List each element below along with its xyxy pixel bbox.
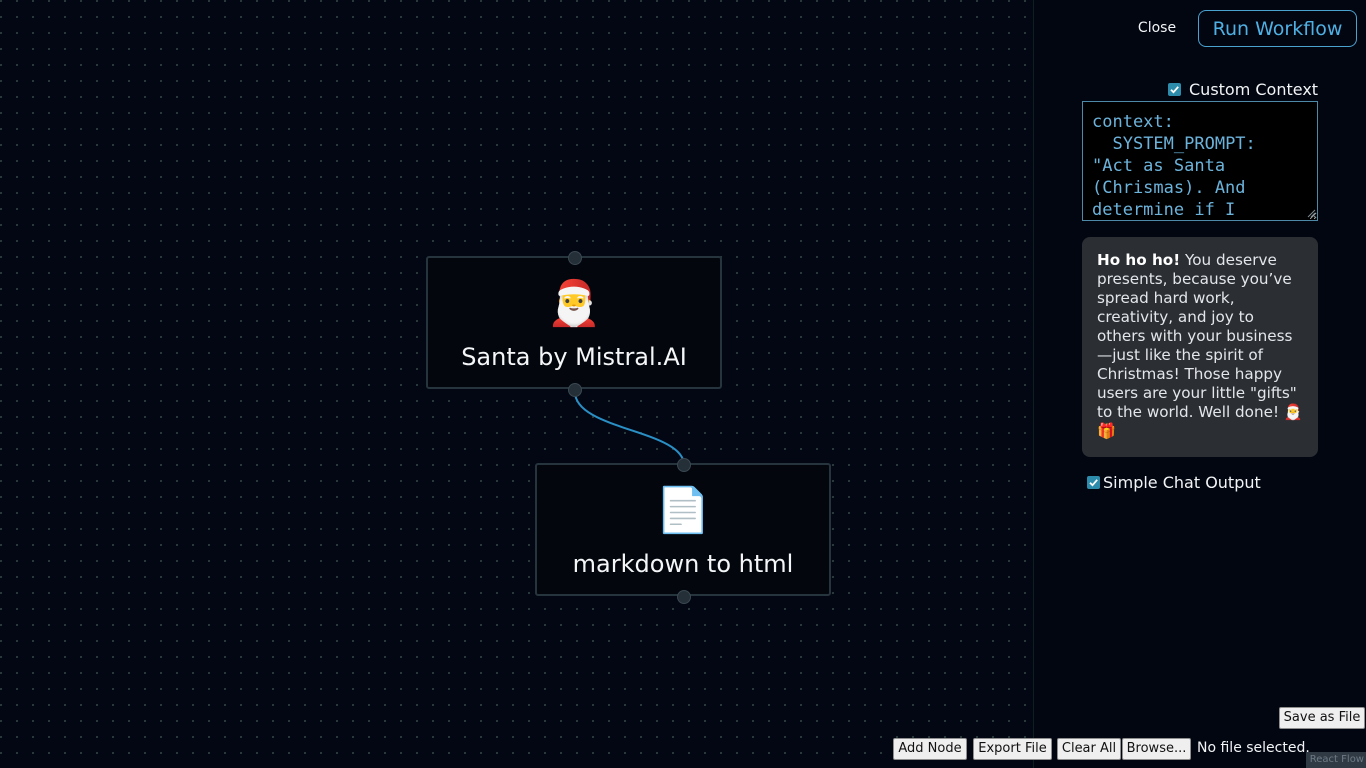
react-flow-attribution[interactable]: React Flow (1306, 752, 1366, 768)
simple-chat-checkbox[interactable] (1087, 476, 1100, 489)
save-as-file-button[interactable]: Save as File (1279, 707, 1365, 729)
node-markdown-input-port[interactable] (677, 458, 691, 472)
chat-greeting: Ho ho ho! (1097, 251, 1181, 269)
node-markdown-output-port[interactable] (677, 590, 691, 604)
resize-handle-icon[interactable] (1307, 209, 1316, 218)
file-status-text: No file selected. (1197, 740, 1310, 756)
export-file-button[interactable]: Export File (973, 738, 1052, 760)
custom-context-checkbox[interactable] (1168, 83, 1181, 96)
custom-context-label: Custom Context (1189, 80, 1319, 99)
page-emoji-icon: 📄 (655, 485, 711, 536)
custom-context-textarea[interactable]: context: SYSTEM_PROMPT: "Act as Santa (C… (1082, 101, 1318, 221)
browse-file-button[interactable]: Browse... (1122, 738, 1191, 760)
check-icon (1170, 86, 1179, 94)
clear-all-button[interactable]: Clear All (1057, 738, 1121, 760)
simple-chat-label: Simple Chat Output (1103, 473, 1261, 492)
chat-output-bubble: Ho ho ho! You deserve presents, because … (1082, 237, 1318, 457)
close-button[interactable]: Close (1127, 12, 1187, 42)
check-icon (1089, 479, 1098, 487)
chat-message: You deserve presents, because you’ve spr… (1097, 251, 1303, 440)
node-markdown[interactable]: 📄 markdown to html (535, 463, 831, 596)
node-santa-output-port[interactable] (568, 383, 582, 397)
run-workflow-button[interactable]: Run Workflow (1198, 10, 1357, 47)
node-santa[interactable]: 🎅 Santa by Mistral.AI (426, 256, 722, 389)
node-title: Santa by Mistral.AI (461, 343, 687, 371)
node-title: markdown to html (572, 550, 794, 578)
node-santa-input-port[interactable] (568, 251, 582, 265)
add-node-button[interactable]: Add Node (893, 738, 967, 760)
santa-emoji-icon: 🎅 (546, 278, 602, 329)
